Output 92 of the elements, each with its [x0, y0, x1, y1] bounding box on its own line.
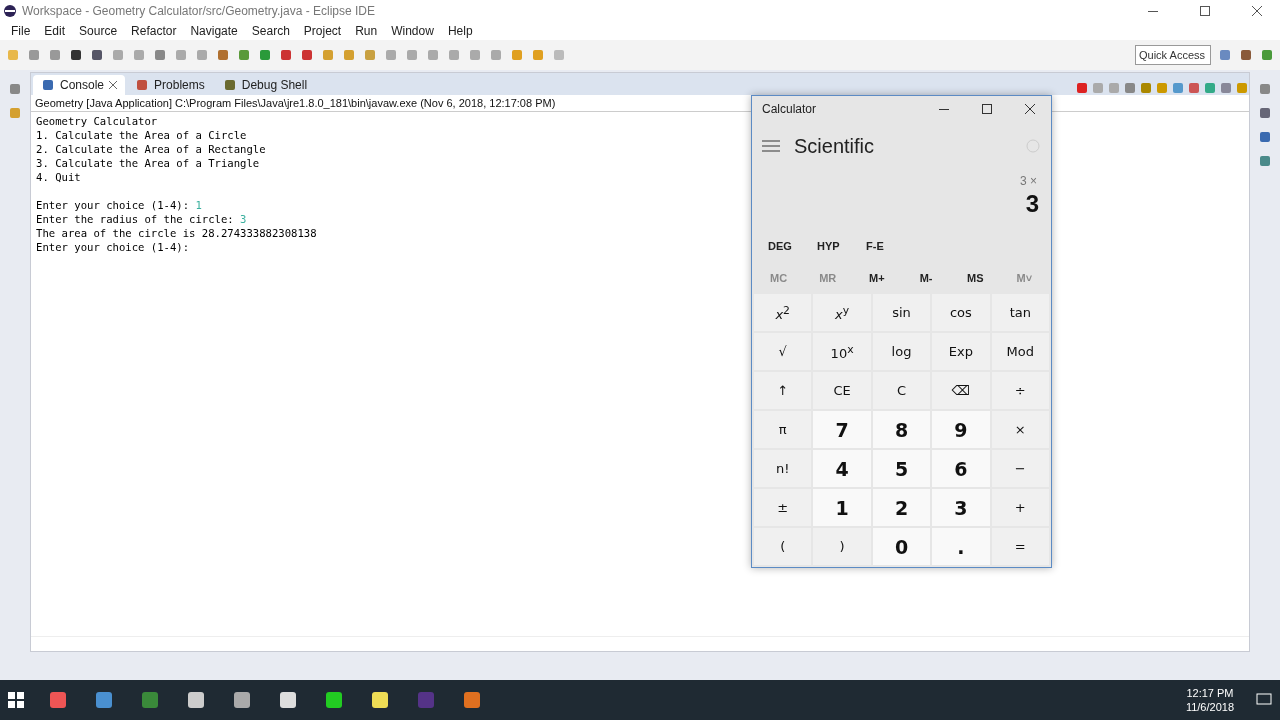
function-key[interactable]: × [991, 411, 1049, 448]
close-icon[interactable] [1024, 104, 1035, 114]
view-toolbar-icon[interactable] [1075, 81, 1089, 95]
toolbar-icon[interactable] [90, 48, 104, 62]
close-icon[interactable] [109, 81, 118, 89]
console-line: Enter the radius of the circle: 3 [36, 212, 247, 226]
memory-button[interactable]: M+ [852, 268, 902, 288]
view-toolbar-icon[interactable] [1139, 81, 1153, 95]
expression-text: 3 × [1020, 174, 1037, 188]
notification-icon[interactable] [1256, 693, 1272, 707]
menu-item[interactable]: File [4, 24, 38, 38]
digit-key[interactable]: 5 [872, 450, 931, 487]
menu-item[interactable]: Run [348, 24, 385, 38]
menu-item[interactable]: Navigate [183, 24, 245, 38]
view-toolbar-icon[interactable] [1187, 81, 1201, 95]
function-key[interactable]: ⌫ [932, 372, 990, 409]
function-key[interactable]: tan [991, 294, 1049, 331]
digit-key[interactable]: 6 [932, 450, 990, 487]
function-key[interactable]: x$^{y}$ [813, 294, 871, 331]
function-key[interactable]: ÷ [991, 372, 1049, 409]
function-key[interactable]: n! [754, 450, 812, 487]
function-key[interactable]: π [754, 411, 812, 448]
view-tab[interactable]: Debug Shell [214, 75, 316, 95]
console-line: 1. Calculate the Area of a Circle [36, 128, 247, 142]
console-line: Enter your choice (1-4): [36, 240, 190, 254]
menu-item[interactable]: Search [244, 24, 297, 38]
digit-key[interactable]: 3 [932, 489, 990, 526]
function-key[interactable]: C [872, 372, 931, 409]
view-toolbar-icon[interactable] [1155, 81, 1169, 95]
view-toolbar-icon[interactable] [1235, 81, 1249, 95]
view-toolbar-icon[interactable] [1171, 81, 1185, 95]
menu-item[interactable]: Help [440, 24, 480, 38]
function-key[interactable]: 10$^{x}$ [813, 333, 871, 370]
tab-icon[interactable] [41, 78, 55, 92]
function-key[interactable]: √ [754, 333, 812, 370]
menu-item[interactable]: Project [296, 24, 349, 38]
console-line: Geometry Calculator [36, 114, 158, 128]
mode-button[interactable]: HYP [809, 236, 858, 256]
function-key[interactable]: Exp [932, 333, 990, 370]
maximize-icon[interactable] [981, 104, 992, 114]
menu-item[interactable]: Source [72, 24, 125, 38]
console-line: Enter your choice (1-4): 1 [36, 198, 202, 212]
function-key[interactable]: − [991, 450, 1049, 487]
menu-item[interactable]: Edit [37, 24, 73, 38]
calculator-mode: Scientific [794, 134, 876, 158]
function-key[interactable]: ↑ [754, 372, 812, 409]
digit-key[interactable]: 8 [872, 411, 931, 448]
function-key[interactable]: CE [813, 372, 871, 409]
view-toolbar-icon[interactable] [1123, 81, 1137, 95]
memory-button[interactable]: MS [950, 268, 1000, 288]
view-toolbar-icon[interactable] [1107, 81, 1121, 95]
function-key[interactable]: + [991, 489, 1049, 526]
mode-button[interactable]: DEG [760, 236, 809, 256]
function-key[interactable]: ) [813, 528, 871, 565]
console-line: 3. Calculate the Area of a Triangle [36, 156, 260, 170]
digit-key[interactable]: 0 [872, 528, 931, 565]
taskbar-clock[interactable]: 12:17 PM 11/6/2018 [1185, 686, 1234, 714]
console-line: 2. Calculate the Area of a Rectangle [36, 142, 266, 156]
window-title: Workspace - Geometry Calculator/src/Geometry.java - Eclipse IDE [22, 4, 376, 18]
menu-item[interactable]: Window [384, 24, 441, 38]
digit-key[interactable]: 7 [813, 411, 871, 448]
digit-key[interactable]: . [932, 528, 990, 565]
mode-button[interactable]: F-E [858, 236, 907, 256]
function-key[interactable]: Mod [991, 333, 1049, 370]
digit-key[interactable]: 9 [932, 411, 990, 448]
view-toolbar-icon[interactable] [1219, 81, 1233, 95]
function-key[interactable]: = [991, 528, 1049, 565]
menu-icon[interactable] [762, 140, 780, 152]
digit-key[interactable]: 4 [813, 450, 871, 487]
digit-key[interactable]: 1 [813, 489, 871, 526]
view-tab[interactable]: Problems [127, 75, 213, 95]
function-key[interactable]: x$^{2}$ [754, 294, 812, 331]
windows-start-icon[interactable] [8, 692, 24, 708]
console-line: 4. Quit [36, 170, 81, 184]
tab-icon[interactable] [135, 78, 150, 92]
toolbar-icon[interactable] [69, 48, 83, 62]
function-key[interactable]: log [872, 333, 931, 370]
function-key[interactable]: ± [754, 489, 812, 526]
view-toolbar-icon[interactable] [1203, 81, 1217, 95]
display-value: 3 [1025, 190, 1039, 217]
function-key[interactable]: ( [754, 528, 812, 565]
view-toolbar-icon[interactable] [1091, 81, 1105, 95]
function-key[interactable]: sin [872, 294, 931, 331]
digit-key[interactable]: 2 [872, 489, 931, 526]
function-key[interactable]: cos [932, 294, 990, 331]
memory-button[interactable]: M- [901, 268, 951, 288]
close-icon[interactable] [1252, 6, 1262, 16]
menu-item[interactable]: Refactor [124, 24, 184, 38]
tab-icon[interactable] [222, 78, 237, 92]
console-line: The area of the circle is 28.274333882308138 [36, 226, 317, 240]
view-tab[interactable]: Console [33, 75, 126, 95]
quick-access-field[interactable]: Quick Access [1135, 45, 1211, 65]
